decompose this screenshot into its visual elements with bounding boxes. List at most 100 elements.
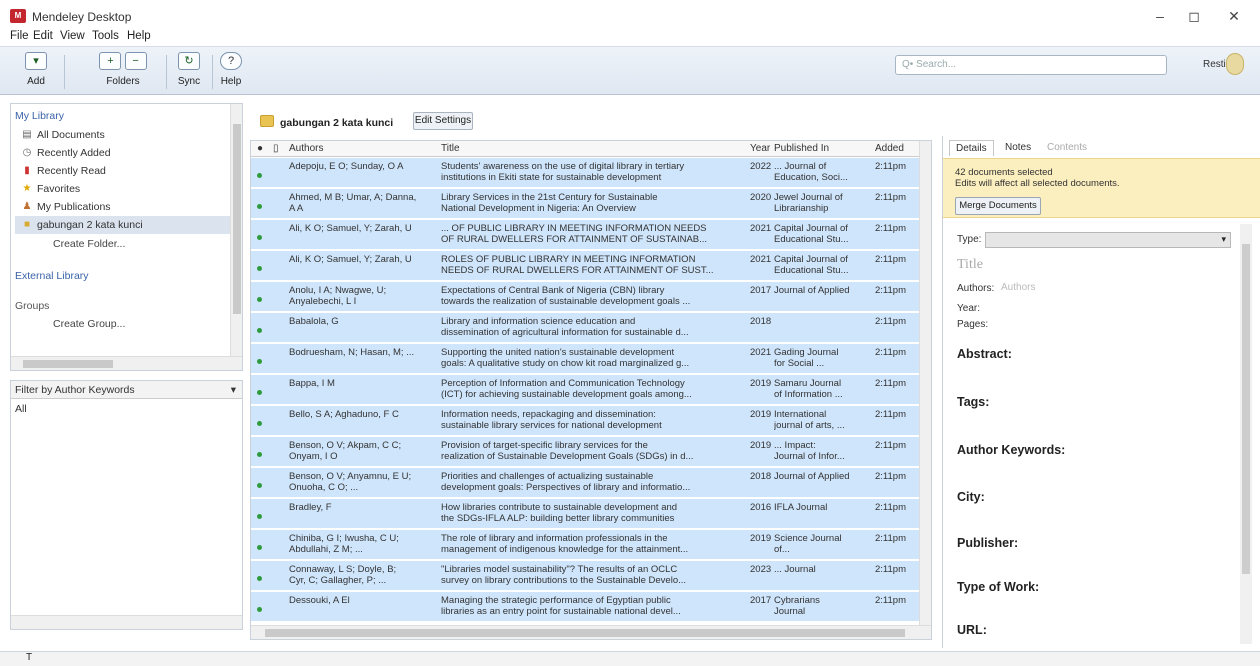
details-vertical-scrollbar[interactable] <box>1240 224 1252 644</box>
folder-header: gabungan 2 kata kunci Edit Settings <box>250 105 932 137</box>
table-vertical-scrollbar[interactable] <box>919 141 931 625</box>
menu-tools[interactable]: Tools <box>92 30 119 42</box>
sidebar-horizontal-scrollbar[interactable] <box>11 356 242 370</box>
author-cell: Benson, O V; Anyamnu, E U; Onuoha, C O; … <box>289 471 412 493</box>
title-cell: How libraries contribute to sustainable … <box>441 502 678 524</box>
table-row[interactable]: Bappa, I M Perception of Information and … <box>251 375 919 405</box>
column-header-year[interactable]: Year <box>750 143 770 154</box>
selection-edit-text: Edits will affect all selected documents… <box>955 178 1120 189</box>
sidebar-item-label: Favorites <box>37 183 81 195</box>
column-header-published-in[interactable]: Published In <box>774 143 829 154</box>
menu-view[interactable]: View <box>60 30 85 42</box>
scroll-thumb[interactable] <box>1242 244 1250 574</box>
sidebar-item-recently-read[interactable]: ▮ Recently Read <box>15 162 240 180</box>
author-cell: Connaway, L S; Doyle, B; Cyr, C; Gallagh… <box>289 564 397 586</box>
create-folder-link[interactable]: Create Folder... <box>53 238 125 250</box>
table-row[interactable]: Anolu, I A; Nwagwe, U; Anyalebechi, L I E… <box>251 282 919 312</box>
menu-edit[interactable]: Edit <box>33 30 53 42</box>
attachment-column-icon[interactable]: ▯ <box>273 143 279 154</box>
add-button[interactable]: ▾ Add <box>14 52 58 92</box>
added-cell: 2:11pm <box>875 440 906 451</box>
selection-count-text: 42 documents selected <box>955 167 1053 178</box>
edit-settings-button[interactable]: Edit Settings <box>413 112 473 130</box>
table-row[interactable]: Chiniba, G I; Iwusha, C U; Abdullahi, Z … <box>251 530 919 560</box>
sidebar-item-gabungan[interactable]: ■ gabungan 2 kata kunci <box>15 216 240 234</box>
help-button[interactable]: ? Help <box>216 52 246 92</box>
type-label: Type: <box>957 234 982 245</box>
avatar[interactable] <box>1226 53 1244 75</box>
table-row[interactable]: Bodruesham, N; Hasan, M; ... Supporting t… <box>251 344 919 374</box>
table-horizontal-scrollbar[interactable] <box>251 625 931 639</box>
table-row[interactable]: Bello, S A; Aghaduno, F C Information nee… <box>251 406 919 436</box>
abstract-section[interactable]: Abstract: <box>957 347 1012 361</box>
table-row[interactable]: Dessouki, A El Managing the strategic per… <box>251 592 919 622</box>
tab-notes[interactable]: Notes <box>999 140 1037 156</box>
sidebar-item-my-publications[interactable]: ♟ My Publications <box>15 198 240 216</box>
author-cell: Benson, O V; Akpam, C C; Onyam, I O <box>289 440 402 462</box>
filter-all-item[interactable]: All <box>15 403 27 415</box>
year-cell: 2021 <box>750 223 772 234</box>
scroll-thumb[interactable] <box>23 360 113 368</box>
person-icon: ♟ <box>22 201 32 212</box>
scroll-thumb[interactable] <box>233 124 241 314</box>
author-cell: Babalola, G <box>289 316 339 327</box>
user-name[interactable]: Resti <box>1203 59 1226 70</box>
read-status-icon <box>257 359 262 364</box>
published-in-cell: Jewel Journal of Librarianship <box>774 192 843 214</box>
table-row[interactable]: Bradley, F How libraries contribute to su… <box>251 499 919 529</box>
tab-details[interactable]: Details <box>949 140 994 156</box>
minimize-button[interactable]: – <box>1148 6 1172 26</box>
table-row[interactable]: Ali, K O; Samuel, Y; Zarah, U ... OF PUBL… <box>251 220 919 250</box>
external-library-heading[interactable]: External Library <box>15 270 89 282</box>
sync-button[interactable]: ↻ Sync <box>172 52 206 92</box>
published-in-cell: Capital Journal of Educational Stu... <box>774 254 849 276</box>
sidebar-item-label: Recently Added <box>37 147 111 159</box>
sidebar-vertical-scrollbar[interactable] <box>230 104 242 356</box>
menu-help[interactable]: Help <box>127 30 151 42</box>
tab-contents[interactable]: Contents <box>1041 140 1093 156</box>
tags-section[interactable]: Tags: <box>957 395 989 409</box>
filter-horizontal-scrollbar[interactable] <box>11 615 242 629</box>
read-status-column-icon[interactable]: ● <box>257 143 263 154</box>
scroll-thumb[interactable] <box>265 629 905 637</box>
column-header-added[interactable]: Added <box>875 143 904 154</box>
type-dropdown[interactable]: ▾ <box>985 232 1231 248</box>
search-input[interactable]: Q• Search... <box>895 55 1167 75</box>
column-header-title[interactable]: Title <box>441 143 460 154</box>
column-header-authors[interactable]: Authors <box>289 143 323 154</box>
toolbar-separator <box>64 55 65 89</box>
table-row[interactable]: Benson, O V; Anyamnu, E U; Onuoha, C O; … <box>251 468 919 498</box>
groups-heading[interactable]: Groups <box>15 300 49 312</box>
authors-field[interactable]: Authors <box>1001 282 1035 293</box>
my-library-heading[interactable]: My Library <box>15 110 64 122</box>
city-section[interactable]: City: <box>957 490 985 504</box>
table-row[interactable]: Ahmed, M B; Umar, A; Danna, A A Library S… <box>251 189 919 219</box>
close-button[interactable]: ✕ <box>1222 6 1246 26</box>
status-bar: T <box>0 651 1260 666</box>
folders-button[interactable]: + − Folders <box>78 52 168 92</box>
table-row[interactable]: Adepoju, E O; Sunday, O A Students' aware… <box>251 158 919 188</box>
url-section[interactable]: URL: <box>957 623 987 637</box>
maximize-button[interactable]: ◻ <box>1182 6 1206 26</box>
title-cell: Supporting the united nation's sustainab… <box>441 347 690 369</box>
table-row[interactable]: Babalola, G Library and information scien… <box>251 313 919 343</box>
sidebar-item-recently-added[interactable]: ◷ Recently Added <box>15 144 240 162</box>
filter-toggle-icon[interactable]: T <box>26 652 32 663</box>
sidebar-item-favorites[interactable]: ★ Favorites <box>15 180 240 198</box>
filter-dropdown[interactable]: Filter by Author Keywords ▾ <box>11 381 242 399</box>
table-row[interactable]: Connaway, L S; Doyle, B; Cyr, C; Gallagh… <box>251 561 919 591</box>
table-row[interactable]: Benson, O V; Akpam, C C; Onyam, I O Provi… <box>251 437 919 467</box>
menu-file[interactable]: File <box>10 30 29 42</box>
published-in-cell: Samaru Journal of Information ... <box>774 378 843 400</box>
title-field[interactable]: Title <box>957 257 983 273</box>
merge-documents-button[interactable]: Merge Documents <box>955 197 1041 215</box>
author-cell: Adepoju, E O; Sunday, O A <box>289 161 404 172</box>
add-label: Add <box>27 76 45 87</box>
publisher-section[interactable]: Publisher: <box>957 536 1018 550</box>
table-row[interactable]: Ali, K O; Samuel, Y; Zarah, U ROLES OF PU… <box>251 251 919 281</box>
clock-icon: ◷ <box>22 147 32 158</box>
sidebar-item-all-documents[interactable]: ▤ All Documents <box>15 126 240 144</box>
type-of-work-section[interactable]: Type of Work: <box>957 580 1039 594</box>
create-group-link[interactable]: Create Group... <box>53 318 125 330</box>
author-keywords-section[interactable]: Author Keywords: <box>957 443 1065 457</box>
